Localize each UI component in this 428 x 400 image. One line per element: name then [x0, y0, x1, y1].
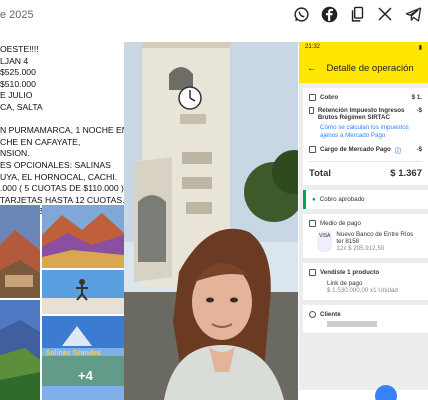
share-bar	[292, 5, 422, 23]
bank-row: VISA Nuevo Banco de Entre Ríos ter 8158 …	[309, 231, 422, 252]
collage-photo-hills[interactable]	[0, 205, 40, 298]
post-text-line: UYA, EL HORNOCAL, CACHI.	[0, 171, 117, 182]
total-label: Total	[309, 168, 331, 179]
fab-button[interactable]	[375, 385, 397, 400]
summary-card: Cobro $ 1. Retención Impuesto Ingresos B…	[303, 88, 428, 185]
card-icon	[309, 220, 316, 227]
app-bar: ← Detalle de operación	[299, 53, 428, 83]
post-text-line	[0, 114, 124, 126]
product-card: Vendiste 1 producto Link de pago $ 1.530…	[303, 263, 428, 300]
collage-photo-canyon[interactable]	[0, 300, 40, 400]
client-redacted	[327, 321, 377, 327]
link-detail: $ 1.530.000,00 x1 Unidad	[327, 287, 398, 294]
x-icon[interactable]	[376, 5, 394, 23]
collage-photo-jumping-person[interactable]	[42, 270, 124, 314]
post-text-line: .000 ( 5 CUOTAS DE $110.000 )	[0, 183, 124, 194]
back-arrow-icon[interactable]: ←	[307, 63, 317, 74]
selfie-photo[interactable]	[124, 42, 298, 400]
post-text-line: E JULIO	[0, 90, 33, 101]
bank-text: Nuevo Banco de Entre Ríos ter 8158	[336, 231, 414, 245]
cliente-label: Cliente	[320, 311, 341, 318]
vendiste-label: Vendiste 1 producto	[320, 269, 380, 276]
whatsapp-icon[interactable]	[292, 5, 310, 23]
medio-label: Medio de pago	[320, 220, 361, 227]
cargo-label: Cargo de Mercado Pago	[320, 146, 391, 153]
post-text-line: OESTE!!!!	[0, 44, 39, 54]
cargo-row: Cargo de Mercado Pago ⓘ -$	[309, 146, 422, 155]
approved-card: ● Cobro aprobado	[303, 190, 428, 209]
telegram-icon[interactable]	[404, 5, 422, 23]
battery-icon: ▮	[418, 45, 422, 51]
retencion-label: Retención Impuesto Ingresos Brutos Régim…	[317, 107, 405, 121]
collage-photo-colored-mountains[interactable]	[42, 205, 124, 268]
vendiste-row: Vendiste 1 producto	[309, 269, 422, 276]
post-header: e 2025	[0, 0, 428, 30]
post-text-line: $510.000	[0, 78, 36, 89]
taxes-info-link[interactable]: Cómo se calculan los impuestos ajenos a …	[320, 124, 422, 140]
post-text-line: CHE EN CAFAYATE,	[0, 136, 81, 147]
post-text-line: CA, SALTA	[0, 101, 43, 112]
copy-icon[interactable]	[348, 5, 366, 23]
post-text-line: $525.000	[0, 67, 36, 78]
post-text-line: LJAN 4	[0, 55, 29, 66]
approved-row: ● Cobro aprobado	[312, 196, 422, 203]
post-text-line: N PURMAMARCA, 1 NOCHE EN	[0, 125, 124, 136]
check-circle-icon: ●	[312, 196, 316, 203]
payment-method-card: Medio de pago VISA Nuevo Banco de Entre …	[303, 214, 428, 258]
user-icon	[309, 311, 316, 318]
total-row: Total $ 1.367	[309, 161, 422, 179]
total-value: $ 1.367	[390, 168, 422, 179]
installments-text: 12x $ 205.912,50	[336, 245, 385, 252]
info-icon[interactable]: ⓘ	[395, 146, 401, 155]
visa-icon: VISA	[317, 231, 333, 252]
link-label: Link de pago	[327, 280, 363, 287]
cobro-row: Cobro $ 1.	[309, 94, 422, 101]
cobro-value: $ 1.	[411, 94, 422, 101]
payment-screenshot[interactable]: 21:32 ▮ ← Detalle de operación Cobro $ 1…	[299, 42, 428, 400]
bottom-nav	[299, 390, 428, 400]
receipt-icon	[309, 107, 314, 114]
screen-title: Detalle de operación	[326, 62, 414, 74]
collage-overlay-text: Salinas Grandes	[46, 350, 101, 357]
post-text-line: ES OPCIONALES: SALINAS	[0, 159, 111, 170]
link-row: Link de pago $ 1.530.000,00 x1 Unidad	[309, 280, 422, 294]
post-date: e 2025	[0, 9, 34, 21]
bag-icon	[309, 269, 316, 276]
medio-row: Medio de pago	[309, 220, 422, 227]
phone-status-bar: 21:32 ▮	[299, 42, 428, 53]
money-icon	[309, 94, 316, 101]
collage-photo-salt-flats[interactable]: Salinas Grandes +4	[42, 316, 124, 400]
cobro-label: Cobro	[320, 94, 339, 101]
cliente-row: Cliente	[309, 311, 422, 318]
retencion-row: Retención Impuesto Ingresos Brutos Régim…	[309, 107, 422, 121]
client-card: Cliente	[303, 305, 428, 333]
retencion-value: -$	[416, 107, 422, 114]
cargo-value: -$	[416, 146, 422, 153]
approved-label: Cobro aprobado	[319, 196, 365, 203]
fee-icon	[309, 146, 316, 153]
facebook-icon[interactable]	[320, 5, 338, 23]
collage-more-count[interactable]: +4	[78, 368, 93, 383]
post-text: OESTE!!!! LJAN 4 $525.000 $510.000 E JULIO CA…	[0, 44, 124, 218]
status-time: 21:32	[305, 44, 321, 50]
photo-collage[interactable]: Salinas Grandes +4	[0, 205, 124, 400]
post-text-line: NSION.	[0, 148, 30, 159]
